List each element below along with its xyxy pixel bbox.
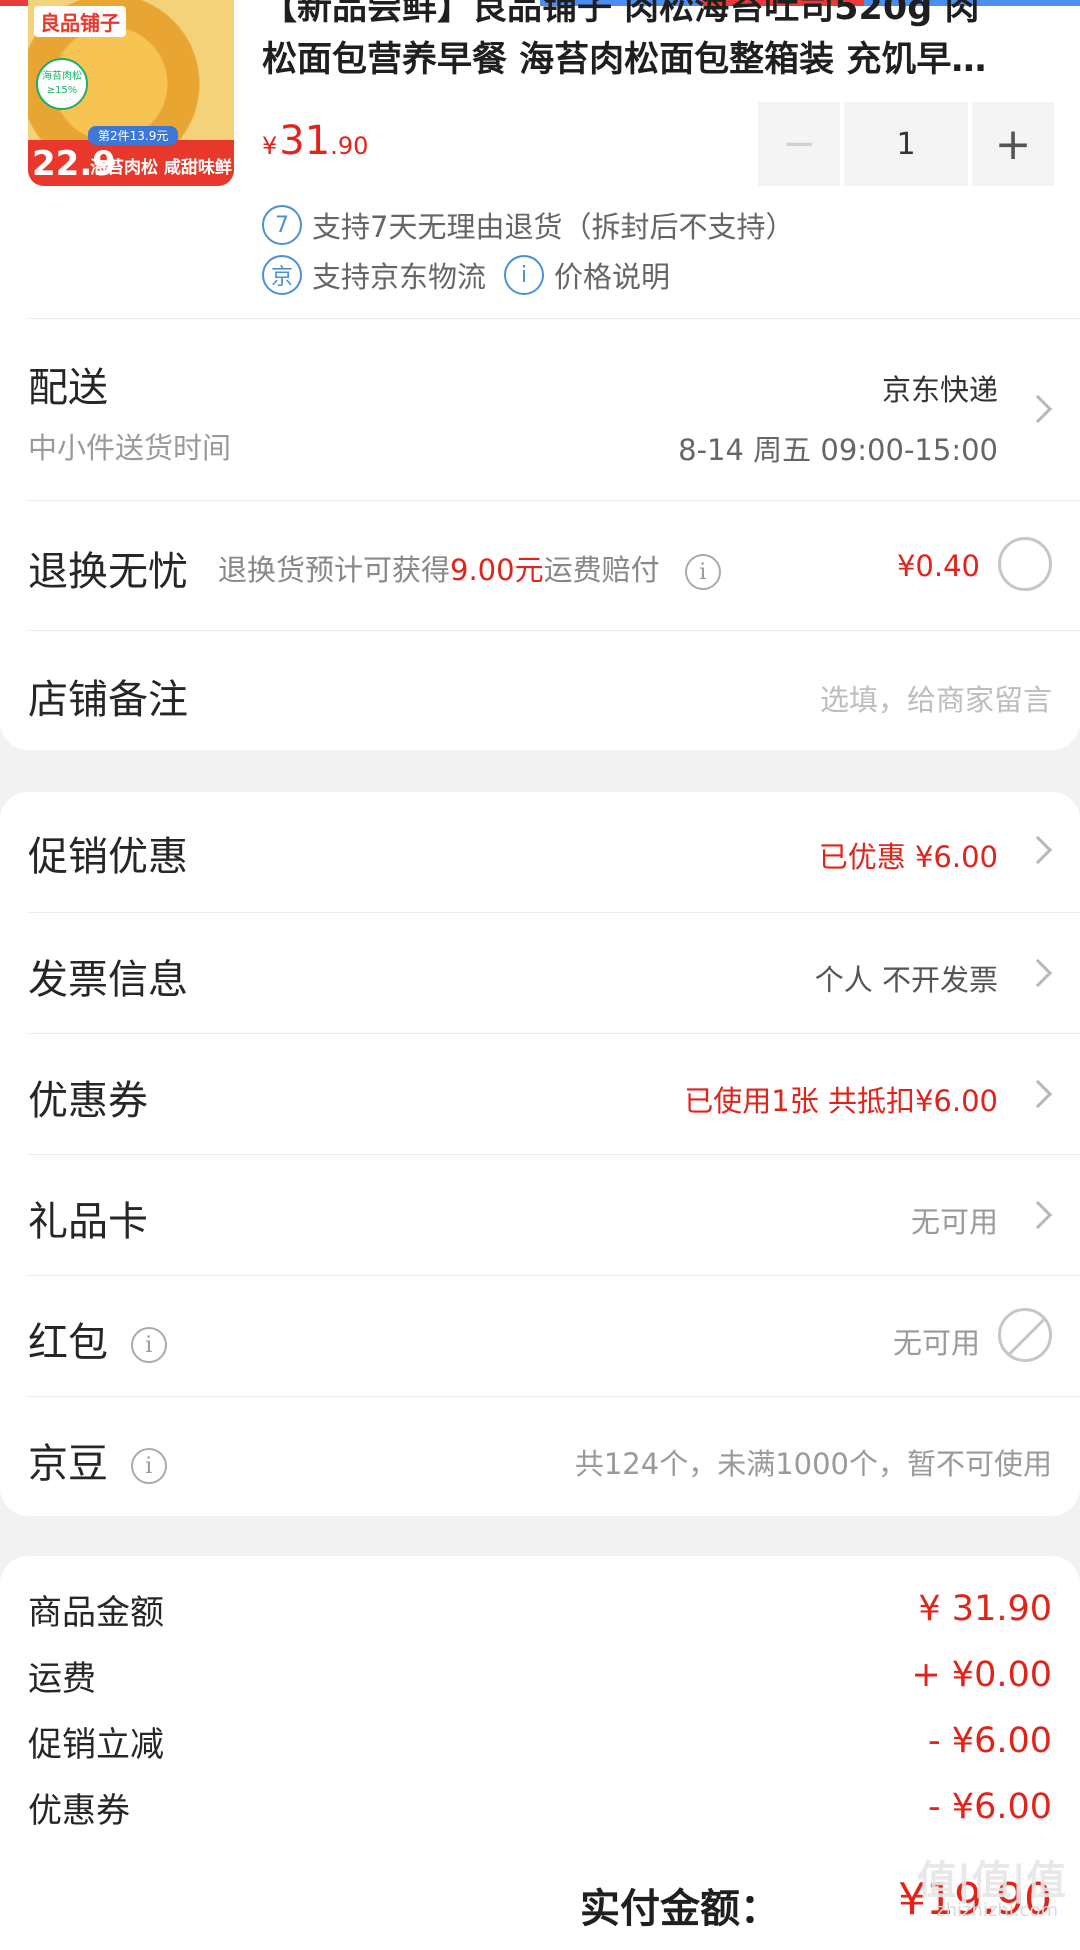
summary-label: 促销立减 (28, 1724, 164, 1765)
info-icon[interactable]: i (130, 1448, 167, 1484)
return-insurance-checkbox[interactable] (998, 537, 1052, 591)
summary-row: 优惠券 - ¥6.00 (0, 1774, 1080, 1840)
invoice-row[interactable]: 发票信息 个人 不开发票 (28, 912, 1080, 1033)
return-insurance-price: ¥0.40 (896, 549, 980, 583)
delivery-carrier: 京东快递 (881, 373, 998, 407)
invoice-value: 个人 不开发票 (814, 963, 998, 997)
service-logistics-text[interactable]: 支持京东物流 (312, 254, 486, 296)
return-insurance-label: 退换无忧 (28, 549, 188, 595)
delivery-sub-label: 中小件送货时间 (28, 431, 232, 465)
unavailable-icon (998, 1308, 1052, 1362)
jingdou-label: 京豆 i (28, 1431, 167, 1489)
promo-row[interactable]: 促销优惠 已优惠 ¥6.00 (28, 792, 1080, 912)
redpacket-label: 红包 i (28, 1310, 167, 1368)
price-explanation-link[interactable]: 价格说明 (554, 254, 670, 296)
summary-row: 商品金额 ¥ 31.90 (0, 1576, 1080, 1642)
increase-button[interactable]: + (972, 102, 1054, 186)
giftcard-label: 礼品卡 (28, 1199, 148, 1245)
product-row[interactable]: 良品铺子 海苔肉松≥15% 第2件13.9元 22.9 海苔肉松 咸甜味鲜 【新… (0, 0, 1080, 318)
brand-logo: 良品铺子 (34, 6, 126, 37)
chevron-right-icon (1023, 1200, 1053, 1230)
jingdou-row[interactable]: 京豆 i 共124个，未满1000个，暂不可使用 (28, 1396, 1080, 1517)
invoice-label: 发票信息 (28, 957, 188, 1003)
chevron-right-icon (1023, 835, 1053, 865)
decrease-button[interactable]: − (758, 102, 840, 186)
jingdou-value: 共124个，未满1000个，暂不可使用 (574, 1447, 1052, 1481)
redpacket-label-text: 红包 (28, 1320, 108, 1366)
product-title-line2: 松面包营养早餐 海苔肉松面包整箱装 充饥早… (262, 40, 987, 80)
store-note-row[interactable]: 店铺备注 选填，给商家留言 (28, 630, 1080, 752)
giftcard-value: 无可用 (910, 1205, 998, 1239)
giftcard-row[interactable]: 礼品卡 无可用 (28, 1154, 1080, 1275)
store-note-input[interactable]: 选填，给商家留言 (820, 677, 1052, 719)
price-integer: 31 (279, 118, 331, 164)
product-price: ¥31.90 (262, 118, 368, 164)
order-item-card: 良品铺子 海苔肉松≥15% 第2件13.9元 22.9 海苔肉松 咸甜味鲜 【新… (0, 0, 1080, 750)
watermark-logo: 值|值|值 (916, 1858, 1066, 1904)
service-row-2: 京 支持京东物流 i 价格说明 (262, 254, 670, 296)
info-icon: i (504, 255, 545, 295)
product-title[interactable]: 【新品尝鲜】良品铺子 肉松海苔吐司520g 肉 松面包营养早餐 海苔肉松面包整箱… (262, 0, 1062, 86)
watermark-url: zhizhizhi.com (936, 1900, 1058, 1921)
product-thumbnail[interactable]: 良品铺子 海苔肉松≥15% 第2件13.9元 22.9 海苔肉松 咸甜味鲜 (28, 0, 234, 186)
return-desc-post: 运费赔付 (543, 553, 660, 587)
info-icon[interactable]: i (684, 554, 721, 590)
summary-row: 运费 + ¥0.00 (0, 1642, 1080, 1708)
store-note-label: 店铺备注 (28, 677, 188, 723)
return-desc-pre: 退换货预计可获得 (218, 553, 451, 587)
promo-value: 已优惠 ¥6.00 (818, 840, 998, 874)
redpacket-row[interactable]: 红包 i 无可用 (28, 1275, 1080, 1396)
summary-label: 优惠券 (28, 1790, 130, 1831)
jd-logistics-icon: 京 (262, 255, 302, 295)
delivery-time: 8-14 周五 09:00-15:00 (678, 433, 998, 467)
promo-tag: 第2件13.9元 (88, 126, 179, 145)
price-decimal: .90 (330, 132, 369, 160)
jingdou-label-text: 京豆 (28, 1441, 108, 1487)
summary-value: ¥ 31.90 (918, 1589, 1052, 1629)
summary-value: - ¥6.00 (928, 1721, 1052, 1761)
summary-value: - ¥6.00 (928, 1787, 1052, 1827)
price-currency: ¥ (262, 132, 278, 160)
coupon-value: 已使用1张 共抵扣¥6.00 (684, 1084, 998, 1118)
service-return-text: 支持7天无理由退货（拆封后不支持） (312, 210, 795, 244)
chevron-right-icon (1023, 958, 1053, 988)
quantity-value[interactable]: 1 (844, 102, 968, 186)
service-return[interactable]: 7 支持7天无理由退货（拆封后不支持） (262, 204, 794, 246)
redpacket-value: 无可用 (892, 1326, 980, 1360)
quantity-stepper[interactable]: − 1 + (758, 102, 1054, 186)
chevron-right-icon (1023, 1079, 1053, 1109)
coupon-row[interactable]: 优惠券 已使用1张 共抵扣¥6.00 (28, 1033, 1080, 1154)
total-label: 实付金额： (580, 1886, 780, 1932)
return-insurance-desc: 退换货预计可获得9.00元运费赔付 i (218, 547, 721, 590)
coupon-label: 优惠券 (28, 1078, 148, 1124)
delivery-row[interactable]: 配送 中小件送货时间 京东快递 8-14 周五 09:00-15:00 (28, 318, 1080, 500)
product-badge: 海苔肉松≥15% (36, 58, 88, 110)
return-desc-amount: 9.00元 (450, 553, 544, 587)
product-title-line1: 【新品尝鲜】良品铺子 肉松海苔吐司520g 肉 (262, 0, 980, 28)
summary-row: 促销立减 - ¥6.00 (0, 1708, 1080, 1774)
summary-value: + ¥0.00 (911, 1655, 1052, 1695)
payment-options-card: 促销优惠 已优惠 ¥6.00 发票信息 个人 不开发票 优惠券 已使用1张 共抵… (0, 792, 1080, 1516)
promo-label: 促销优惠 (28, 834, 188, 880)
info-icon[interactable]: i (130, 1327, 167, 1363)
summary-label: 商品金额 (28, 1592, 164, 1633)
chevron-right-icon (1023, 394, 1053, 424)
summary-label: 运费 (28, 1658, 96, 1699)
delivery-label: 配送 (28, 365, 108, 411)
seven-day-return-icon: 7 (262, 205, 302, 245)
promo-desc: 海苔肉松 咸甜味鲜 (90, 158, 232, 178)
thumbnail-promo-band: 第2件13.9元 22.9 海苔肉松 咸甜味鲜 (28, 126, 234, 186)
return-insurance-row[interactable]: 退换无忧 退换货预计可获得9.00元运费赔付 i ¥0.40 (28, 500, 1080, 630)
